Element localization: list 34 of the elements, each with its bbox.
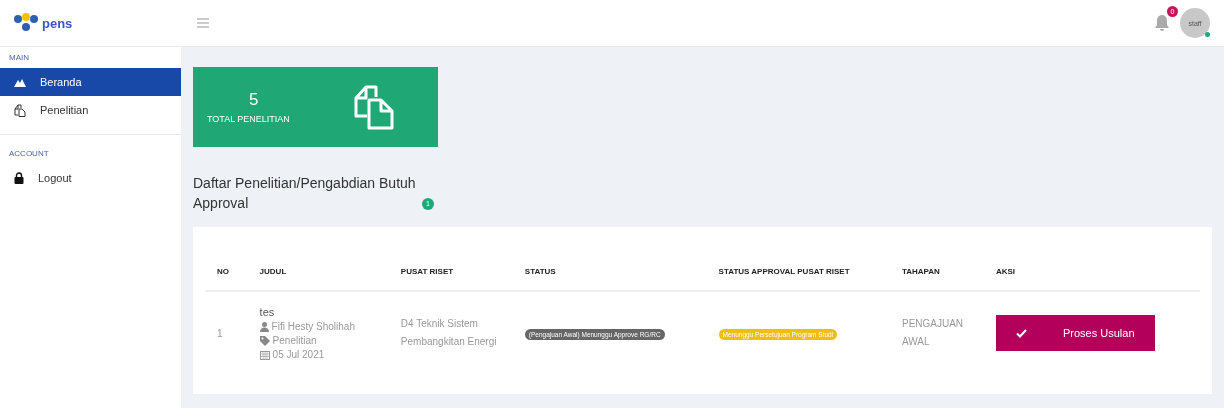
date-text: 05 Jul 2021 <box>272 349 325 360</box>
tag-icon <box>259 335 270 346</box>
table-cell: 1 <box>205 291 248 374</box>
logo-icon <box>12 13 40 33</box>
author-name: Fifi Hesty Sholihah <box>271 321 355 332</box>
table-cell: PENGAJUAN AWAL <box>889 291 984 374</box>
section-title: ACCOUNT <box>8 149 50 160</box>
column-header: NO <box>205 255 248 291</box>
category-label: Penelitian <box>272 335 317 346</box>
stat-value: 5 <box>249 90 259 110</box>
column-header: JUDUL <box>247 255 389 291</box>
calendar-icon <box>259 349 270 360</box>
sidebar-item[interactable]: Logout <box>0 164 181 192</box>
section-title: MAIN <box>8 53 30 64</box>
stat-label: TOTAL PENELITIAN <box>207 114 290 124</box>
section-heading: Daftar Penelitian/Pengabdian Butuh Approval <box>193 174 417 213</box>
check-icon <box>1015 328 1027 338</box>
user-icon <box>259 321 269 332</box>
menu-icon[interactable] <box>197 18 209 28</box>
bell-icon[interactable] <box>1154 14 1170 32</box>
logo-text: pens <box>42 15 73 31</box>
lock-icon <box>14 172 24 184</box>
mountain-icon <box>14 77 26 87</box>
sidebar-item[interactable]: Penelitian <box>0 96 181 124</box>
research-title: tes <box>259 306 276 318</box>
table-cell: D4 Teknik Sistem Pembangkitan Energi <box>388 291 513 374</box>
column-header: TAHAPAN <box>889 255 984 291</box>
process-button[interactable]: Proses Usulan <box>995 315 1155 351</box>
column-header: PUSAT RISET <box>388 255 513 291</box>
sidebar-item[interactable]: Beranda <box>0 68 181 96</box>
copy-icon <box>14 103 26 117</box>
column-header: STATUS <box>512 255 707 291</box>
column-header: AKSI <box>983 255 1200 291</box>
column-header: STATUS APPROVAL PUSAT RISET <box>706 255 890 291</box>
